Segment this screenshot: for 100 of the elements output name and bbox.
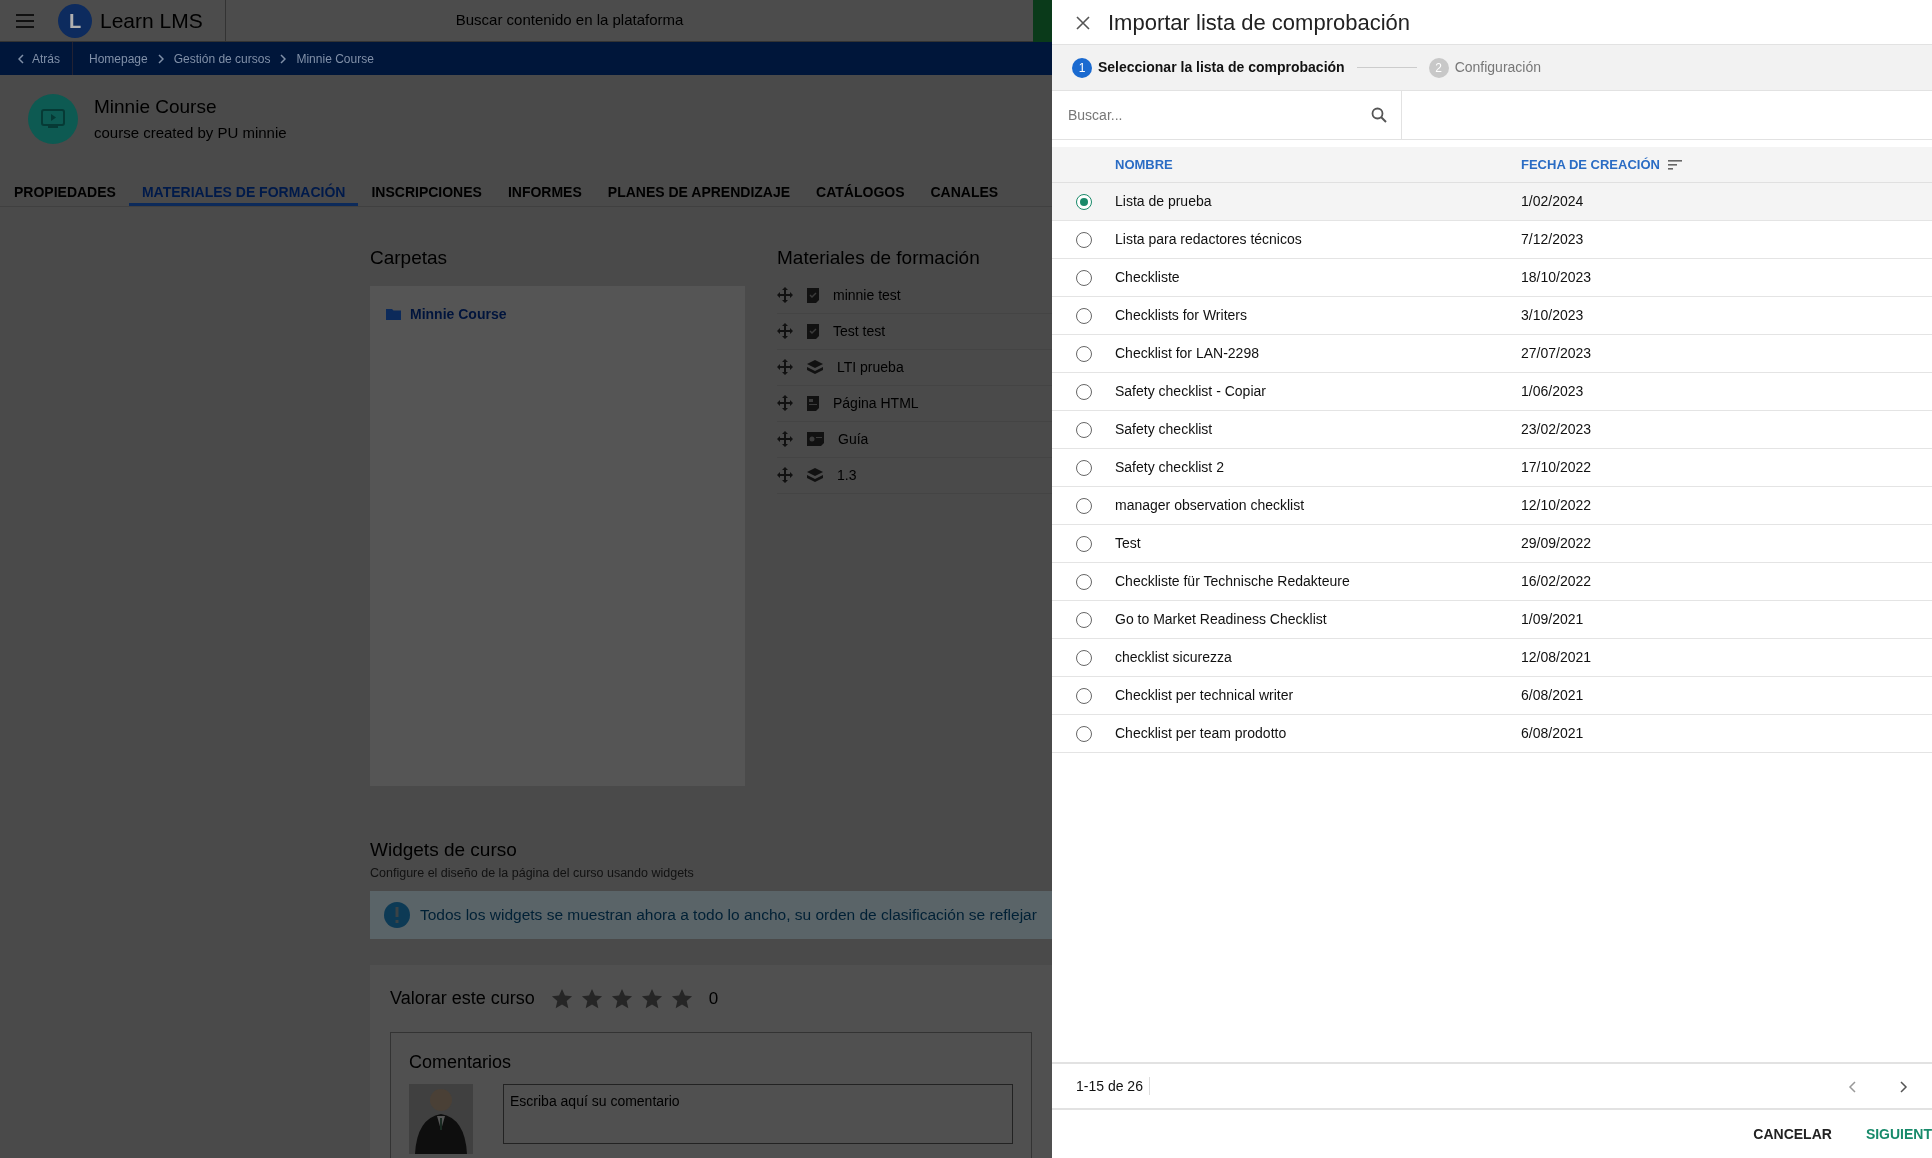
material-name[interactable]: Guía bbox=[838, 428, 869, 450]
material-name[interactable]: LTI prueba bbox=[837, 356, 904, 378]
star-icon[interactable] bbox=[670, 987, 693, 1010]
table-cell: Checkliste bbox=[1115, 269, 1180, 285]
chevron-icon bbox=[280, 53, 287, 64]
radio-button[interactable] bbox=[1075, 573, 1092, 590]
comment-field[interactable]: Escriba aquí su comentario bbox=[503, 1084, 1013, 1145]
table-cell-text: 29/09/2022 bbox=[1521, 534, 1592, 553]
dialog-title: Importar lista de comprobación bbox=[1108, 8, 1411, 37]
radio-button[interactable] bbox=[1075, 611, 1092, 628]
table-cell-text: 16/02/2022 bbox=[1521, 572, 1592, 591]
radio-button[interactable] bbox=[1075, 687, 1092, 704]
folder-link[interactable]: Minnie Course bbox=[410, 303, 507, 325]
page-icon bbox=[807, 395, 819, 411]
table-cell-text: 18/10/2023 bbox=[1521, 268, 1592, 287]
radio-button[interactable] bbox=[1075, 459, 1092, 476]
tab[interactable]: PROPIEDADES bbox=[0, 182, 129, 206]
breadcrumb-link[interactable]: Homepage bbox=[89, 49, 148, 68]
table-cell: Checkliste für Technische Redakteure bbox=[1115, 573, 1350, 589]
folder-icon bbox=[386, 308, 402, 321]
radio-button[interactable] bbox=[1075, 421, 1092, 438]
tab[interactable]: CATÁLOGOS bbox=[803, 182, 918, 206]
table-cell: Test bbox=[1115, 535, 1141, 551]
table-cell-text: 1/02/2024 bbox=[1521, 192, 1584, 211]
search-field[interactable]: Buscar contenido en la plataforma bbox=[455, 9, 684, 32]
info-icon bbox=[384, 902, 410, 929]
table-cell: Checklist per technical writer bbox=[1115, 687, 1294, 703]
table-cell-text: 1/09/2021 bbox=[1521, 610, 1584, 629]
tab[interactable]: PLANES DE APRENDIZAJE bbox=[594, 182, 804, 206]
dialog-button[interactable]: SIGUIENT bbox=[1865, 1119, 1932, 1149]
table-cell-text: 27/07/2023 bbox=[1521, 344, 1592, 363]
radio-button[interactable] bbox=[1075, 307, 1092, 324]
section-description: Configure el diseño de la página del curso usando widgets bbox=[370, 865, 695, 883]
table-cell: Lista de prueba bbox=[1115, 193, 1212, 209]
table-cell: Safety checklist bbox=[1115, 421, 1213, 437]
tab[interactable]: MATERIALES DE FORMACIÓN bbox=[128, 182, 359, 206]
table-cell-text: 3/10/2023 bbox=[1521, 306, 1584, 325]
checklist-icon bbox=[807, 323, 819, 339]
radio-button[interactable] bbox=[1075, 345, 1092, 362]
radio-button[interactable] bbox=[1075, 497, 1092, 514]
step-number: 1 bbox=[1072, 57, 1092, 78]
table-cell: Go to Market Readiness Checklist bbox=[1115, 611, 1327, 627]
table-cell-text: 23/02/2023 bbox=[1521, 420, 1592, 439]
search-icon[interactable] bbox=[1371, 107, 1387, 123]
table-cell-text: 6/08/2021 bbox=[1521, 724, 1584, 743]
table-cell-text: 17/10/2022 bbox=[1521, 458, 1592, 477]
tab[interactable]: INFORMES bbox=[494, 182, 595, 206]
material-name[interactable]: Página HTML bbox=[833, 392, 919, 414]
table-cell: manager observation checklist bbox=[1115, 497, 1305, 513]
radio-button[interactable] bbox=[1075, 649, 1092, 666]
column-header[interactable]: FECHA DE CREACIÓN bbox=[1521, 154, 1660, 175]
star-icon[interactable] bbox=[610, 987, 633, 1010]
step-label: Seleccionar la lista de comprobación bbox=[1098, 58, 1345, 77]
alert-message: Todos los widgets se muestran ahora a todo lo ancho, su orden de clasificación se reflejar bbox=[420, 905, 1037, 926]
column-header[interactable]: NOMBRE bbox=[1115, 154, 1173, 175]
radio-button[interactable] bbox=[1075, 725, 1092, 742]
logo: L bbox=[58, 3, 92, 38]
table-cell-text: 12/08/2021 bbox=[1521, 648, 1592, 667]
tab[interactable]: INSCRIPCIONES bbox=[358, 182, 495, 206]
chevron-icon bbox=[157, 53, 164, 64]
app-name: Learn LMS bbox=[100, 7, 203, 34]
table-cell: Checklist per team prodotto bbox=[1115, 725, 1287, 741]
radio-button[interactable] bbox=[1075, 269, 1092, 286]
radio-button[interactable] bbox=[1075, 231, 1092, 248]
table-cell: Lista para redactores técnicos bbox=[1115, 231, 1302, 247]
section-heading: Carpetas bbox=[370, 247, 449, 270]
sort-icon[interactable] bbox=[1667, 159, 1682, 170]
back-link[interactable]: Atrás bbox=[0, 42, 73, 75]
radio-button[interactable] bbox=[1075, 535, 1092, 552]
table-cell-text: 12/10/2022 bbox=[1521, 496, 1592, 515]
pagination-info: 1-15 de 26 bbox=[1076, 1076, 1143, 1096]
table-cell-text: 1/06/2023 bbox=[1521, 382, 1584, 401]
course-title: Minnie Course bbox=[94, 95, 218, 119]
chevron-left-icon bbox=[18, 53, 24, 64]
breadcrumb-link[interactable]: Minnie Course bbox=[296, 49, 374, 68]
course-subtitle: course created by PU minnie bbox=[94, 122, 287, 143]
table-cell: checklist sicurezza bbox=[1115, 649, 1232, 665]
rating-count: 0 bbox=[708, 987, 719, 1010]
table-cell: Safety checklist - Copiar bbox=[1115, 383, 1266, 399]
material-name[interactable]: minnie test bbox=[833, 284, 901, 306]
table-cell: Safety checklist 2 bbox=[1115, 459, 1224, 475]
chevron-right-icon bbox=[1900, 1080, 1908, 1093]
section-heading: Materiales de formación bbox=[777, 247, 981, 270]
star-icon[interactable] bbox=[640, 987, 663, 1010]
material-name[interactable]: 1.3 bbox=[837, 464, 857, 486]
tab[interactable]: CANALES bbox=[917, 182, 1012, 206]
material-name[interactable]: Test test bbox=[833, 320, 886, 342]
breadcrumb-link[interactable]: Gestión de cursos bbox=[173, 49, 271, 68]
table-cell: Checklist for LAN-2298 bbox=[1115, 345, 1259, 361]
radio-button[interactable] bbox=[1075, 383, 1092, 400]
guide-icon bbox=[807, 432, 824, 447]
radio-button[interactable] bbox=[1075, 193, 1092, 210]
course-icon bbox=[28, 93, 78, 144]
rating-label: Valorar este curso bbox=[390, 987, 535, 1011]
dialog-button[interactable]: CANCELAR bbox=[1753, 1119, 1832, 1149]
star-icon[interactable] bbox=[580, 987, 603, 1010]
star-icon[interactable] bbox=[550, 987, 573, 1010]
comments-heading: Comentarios bbox=[409, 1051, 513, 1075]
layers-icon bbox=[807, 467, 823, 483]
checklist-icon bbox=[807, 287, 819, 303]
